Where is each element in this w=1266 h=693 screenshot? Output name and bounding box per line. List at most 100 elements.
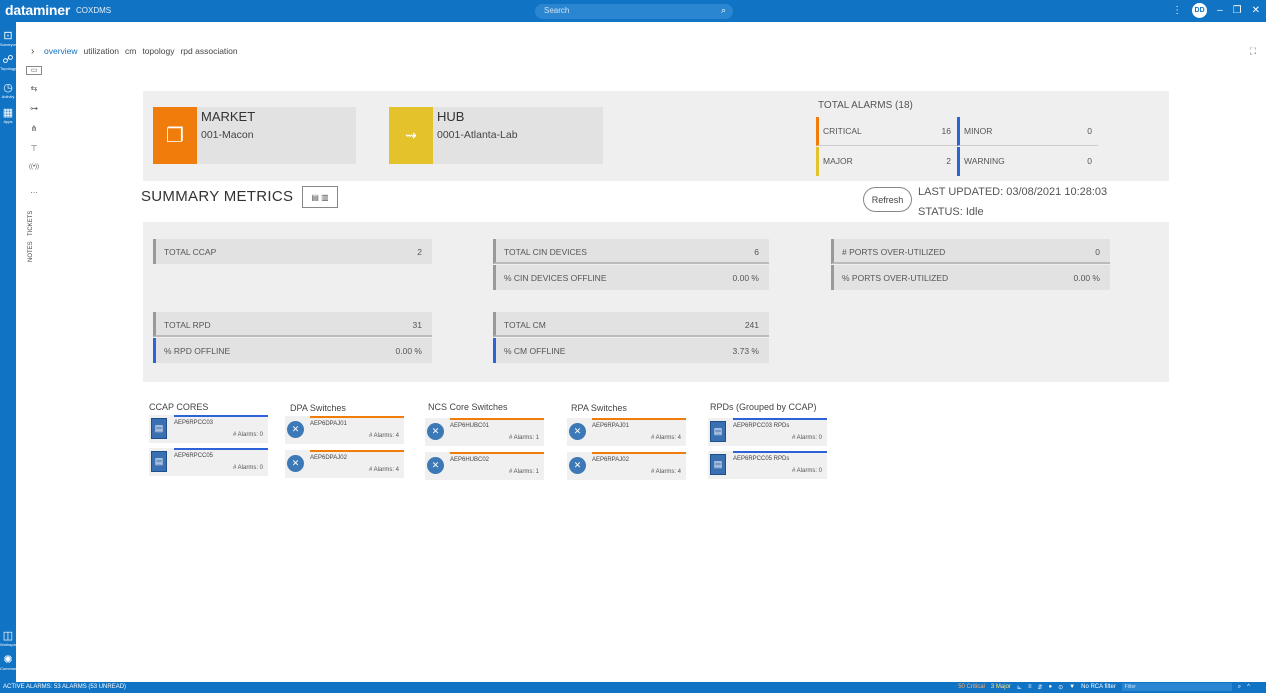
device-card[interactable]: ▤ AEP6RPCC03 # Alarms: 0 [149, 415, 268, 443]
device-card[interactable]: ✕ AEP6HUBC01 # Alarms: 1 [425, 418, 544, 446]
search-placeholder: Search [544, 6, 570, 15]
chevron-right-icon[interactable]: › [31, 46, 34, 57]
last-updated: LAST UPDATED: 03/08/2021 10:28:03 [918, 186, 1108, 198]
summary-title: SUMMARY METRICS [141, 188, 294, 205]
rail-item-topology[interactable]: ☍ Topology [0, 54, 16, 71]
tab-topology[interactable]: topology [142, 46, 174, 56]
close-icon[interactable]: ✕ [1252, 5, 1260, 16]
rail-item-surveyor[interactable]: ⊡ Surveyor [0, 30, 16, 47]
more-menu-icon[interactable]: ⋮ [1172, 5, 1182, 16]
search-icon[interactable]: ⌕ [1238, 684, 1241, 691]
major-count[interactable]: 3 Major [991, 684, 1011, 690]
maximize-icon[interactable]: ❐ [1233, 5, 1242, 16]
switch-icon: ✕ [569, 457, 586, 474]
alarm-warning[interactable]: WARNING 0 [957, 147, 1098, 176]
refresh-button[interactable]: Refresh [863, 187, 912, 212]
tab-utilization[interactable]: utilization [84, 46, 119, 56]
tickets-tab[interactable]: TICKETS [28, 211, 34, 236]
minimize-icon[interactable]: – [1217, 5, 1223, 16]
activity-icon: ◷ [3, 82, 13, 94]
rail-item-community[interactable]: ✺ Community [0, 654, 21, 671]
metric-rpd-offline: % RPD OFFLINE 0.00 % [153, 338, 432, 363]
monitor-icon[interactable]: ▭ [26, 66, 42, 75]
device-card[interactable]: ✕ AEP6DPAJ02 # Alarms: 4 [285, 450, 404, 478]
collapse-icon[interactable]: ^ [1247, 684, 1250, 690]
search-input[interactable]: Search ⌕ [535, 4, 733, 19]
topology-icon: ☍ [2, 54, 14, 66]
status-bar [450, 418, 544, 420]
hierarchy-icon[interactable]: ⋔ [26, 124, 42, 133]
server-icon: ▤ [151, 451, 167, 472]
market-title: MARKET [201, 109, 256, 124]
apps-icon: ▦ [2, 107, 14, 119]
metric-total-ccap: TOTAL CCAP 2 [153, 239, 432, 264]
report-icon[interactable]: ▤ ▥ [302, 186, 338, 208]
metric-value: 31 [412, 320, 422, 330]
metric-label: % RPD OFFLINE [164, 346, 231, 356]
group-title-ccap: CCAP CORES [149, 402, 209, 412]
device-card[interactable]: ✕ AEP6RPAJ02 # Alarms: 4 [567, 452, 686, 480]
status-bar [592, 452, 686, 454]
fullscreen-icon[interactable]: ⛶ [1250, 46, 1256, 57]
metric-value: 0 [1095, 247, 1100, 257]
device-name: AEP6RPCC05 [174, 453, 214, 459]
device-card[interactable]: ✕ AEP6HUBC02 # Alarms: 1 [425, 452, 544, 480]
status-bar [310, 416, 404, 418]
notes-tab[interactable]: NOTES [28, 241, 34, 262]
alarm-label: CRITICAL [823, 126, 862, 136]
metric-total-cin: TOTAL CIN DEVICES 6 [493, 239, 769, 264]
filter-input[interactable]: Filter [1121, 683, 1232, 691]
rail-label: Community [0, 666, 21, 671]
switch-icon: ✕ [287, 455, 304, 472]
rail-item-apps[interactable]: ▦ Apps [0, 107, 16, 124]
link-icon[interactable]: ⊶ [26, 104, 42, 113]
device-card[interactable]: ▤ AEP6RPCC03 RPDs # Alarms: 0 [708, 418, 827, 446]
chart-icon[interactable]: ⊾ [1017, 684, 1022, 691]
device-alarms: # Alarms: 1 [508, 435, 539, 441]
metric-value: 0.00 % [1073, 273, 1100, 283]
alarm-critical[interactable]: CRITICAL 16 [816, 117, 957, 146]
tab-bar: overview utilization cm topology rpd ass… [44, 46, 238, 56]
alarm-major[interactable]: MAJOR 2 [816, 147, 957, 176]
rail-label: Topology [0, 66, 17, 71]
list-icon[interactable]: ≡ [1028, 684, 1032, 690]
device-card[interactable]: ✕ AEP6DPAJ01 # Alarms: 4 [285, 416, 404, 444]
status-bar [174, 448, 268, 450]
rail-item-workspace[interactable]: ◫ Workspace [0, 630, 20, 647]
metric-label: TOTAL CCAP [164, 247, 217, 257]
sort-icon[interactable]: ⇵ [1037, 684, 1042, 691]
device-card[interactable]: ▤ AEP6RPCC05 # Alarms: 0 [149, 448, 268, 476]
globe-icon[interactable]: ● [1049, 684, 1053, 690]
active-alarms-summary[interactable]: ACTIVE ALARMS: 53 ALARMS (53 UNREAD) [3, 684, 126, 690]
rail-item-activity[interactable]: ◷ Activity [0, 82, 16, 99]
device-card[interactable]: ▤ AEP6RPCC05 RPDs # Alarms: 0 [708, 451, 827, 479]
filter-icon[interactable]: ▼ [1069, 684, 1075, 690]
critical-count[interactable]: 50 Critical [958, 684, 985, 690]
switch-icon: ✕ [569, 423, 586, 440]
group-title-rpds: RPDs (Grouped by CCAP) [710, 402, 817, 412]
device-card[interactable]: ✕ AEP6RPAJ01 # Alarms: 4 [567, 418, 686, 446]
search-icon[interactable]: ⌕ [721, 5, 726, 16]
tab-overview[interactable]: overview [44, 46, 78, 56]
rca-filter[interactable]: No RCA filter [1081, 684, 1116, 690]
metric-ports-over: # PORTS OVER-UTILIZED 0 [831, 239, 1110, 264]
group-title-dpa: DPA Switches [290, 403, 346, 413]
switch-icon: ✕ [287, 421, 304, 438]
tab-cm[interactable]: cm [125, 46, 136, 56]
left-rail: ⊡ Surveyor ☍ Topology ◷ Activity ▦ Apps … [0, 22, 21, 682]
community-icon: ✺ [3, 654, 13, 666]
connector-icon[interactable]: ⊤ [26, 144, 42, 153]
focus-icon[interactable]: ⊙ [1058, 684, 1063, 691]
signal-icon[interactable]: ((•)) [26, 164, 42, 170]
sliders-icon[interactable]: ⇆ [26, 84, 42, 93]
more-icon[interactable]: … [26, 186, 42, 195]
metric-cin-offline: % CIN DEVICES OFFLINE 0.00 % [493, 265, 769, 290]
hub-title: HUB [437, 109, 465, 124]
metric-value: 6 [754, 247, 759, 257]
alarm-minor[interactable]: MINOR 0 [957, 117, 1098, 146]
avatar[interactable]: DD [1192, 3, 1208, 18]
status-bar-bottom: ACTIVE ALARMS: 53 ALARMS (53 UNREAD) 50 … [0, 682, 1266, 693]
metric-value: 0.00 % [395, 346, 422, 356]
metric-label: TOTAL RPD [164, 320, 211, 330]
tab-rpd-association[interactable]: rpd association [180, 46, 237, 56]
